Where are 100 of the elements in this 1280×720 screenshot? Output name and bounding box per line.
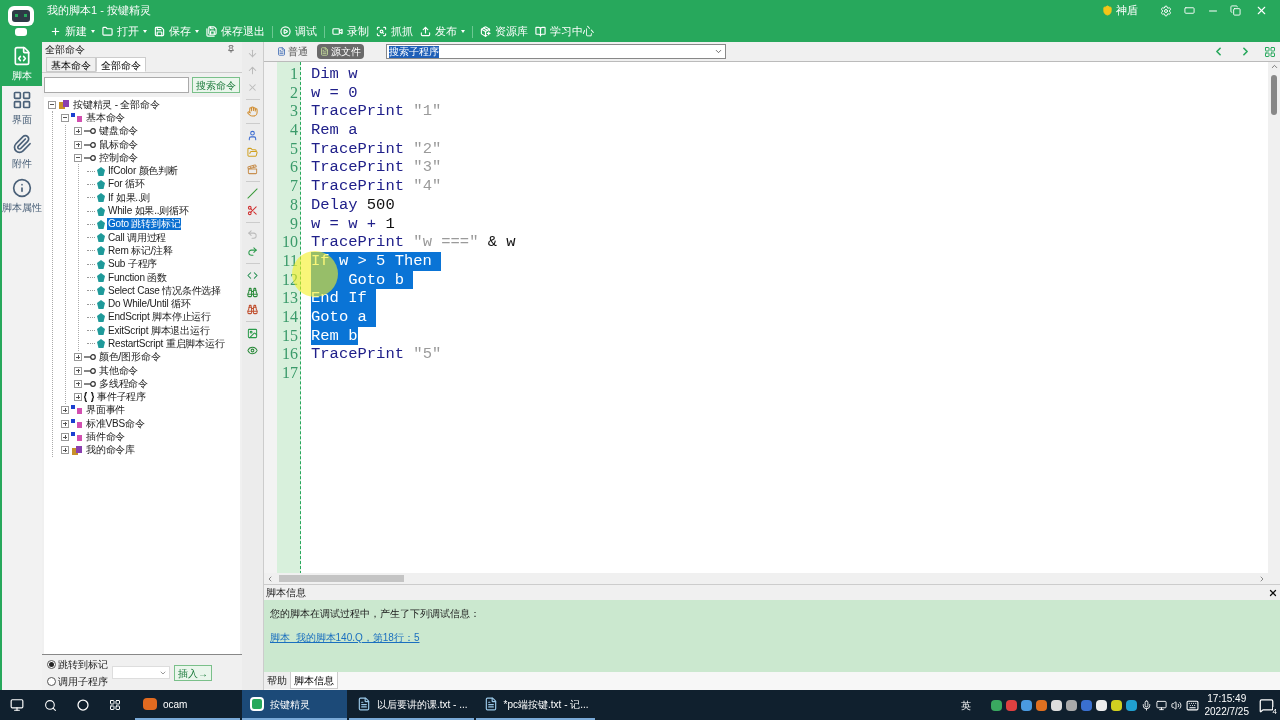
binoculars-icon[interactable]	[247, 304, 258, 315]
tree-item[interactable]: 标准VBS命令	[85, 417, 146, 430]
expand-icon[interactable]	[61, 406, 69, 415]
tree-item[interactable]: For 循环	[107, 178, 146, 191]
redo-icon[interactable]	[247, 246, 258, 257]
pin-icon[interactable]	[227, 45, 235, 53]
tab[interactable]: 基本命令	[46, 57, 96, 72]
scroll-right-icon[interactable]	[1258, 574, 1266, 583]
settings-icon[interactable]	[1160, 4, 1172, 17]
expand-icon[interactable]	[74, 366, 82, 375]
nav-item[interactable]: 附件	[2, 130, 42, 174]
view-tab[interactable]: 源文件	[317, 44, 364, 59]
tree-item[interactable]: ExitScript 脚本退出运行	[107, 324, 211, 337]
tree-item[interactable]: Goto 跳转到标记	[107, 218, 182, 231]
expand-icon[interactable]	[74, 140, 82, 149]
tree-item[interactable]: 键盘命令	[98, 125, 140, 138]
radio-option[interactable]: 调用子程序	[47, 673, 108, 689]
tree-item[interactable]: EndScript 脚本停止运行	[107, 311, 212, 324]
expand-icon[interactable]	[74, 127, 82, 136]
taskbar-app[interactable]: *pc端按键.txt - 记...	[475, 690, 595, 720]
mini-mode-icon[interactable]	[1184, 5, 1195, 16]
tray-icon[interactable]	[1065, 699, 1077, 711]
tree-item[interactable]: 我的命令库	[85, 444, 136, 457]
image-icon[interactable]	[247, 328, 258, 339]
subroutine-dropdown[interactable]: 搜索子程序	[386, 44, 726, 59]
cortana-icon[interactable]	[77, 699, 89, 711]
collapse-icon[interactable]	[74, 153, 82, 162]
restore-icon[interactable]	[1230, 5, 1241, 16]
info-icon	[12, 177, 32, 198]
eye-icon[interactable]	[247, 345, 258, 356]
hand-icon[interactable]	[247, 106, 258, 117]
tree-item[interactable]: 插件命令	[85, 431, 127, 444]
taskbar-app[interactable]: ocam	[135, 690, 240, 720]
search-command-button[interactable]: 搜索命令	[192, 77, 240, 93]
tree-item[interactable]: Do While/Until 循环	[107, 298, 192, 311]
taskbar-app[interactable]: 按键精灵	[242, 690, 347, 720]
tree-item[interactable]: Function 函数	[107, 271, 168, 284]
close-icon[interactable]	[1268, 587, 1278, 598]
tray-icon[interactable]	[1110, 699, 1122, 711]
tree-item[interactable]: 其他命令	[98, 364, 140, 377]
radio-button[interactable]	[47, 676, 56, 686]
tree-item[interactable]: 控制命令	[98, 151, 140, 164]
tree-item[interactable]: 事件子程序	[96, 391, 147, 404]
expand-icon[interactable]	[74, 379, 82, 388]
view-tab[interactable]: 普通	[274, 44, 311, 59]
tree-item[interactable]: 颜色/图形命令	[98, 351, 162, 364]
tab[interactable]: 帮助	[264, 672, 290, 689]
notification-icon[interactable]	[1259, 697, 1274, 713]
tree-item[interactable]: If 如果..则	[107, 191, 152, 204]
tree-item[interactable]: IfColor 颜色判断	[107, 165, 179, 178]
layout-icon[interactable]	[1264, 45, 1276, 58]
tree-item[interactable]: Sub 子程序	[107, 258, 159, 271]
tree-item[interactable]: Call 调用过程	[107, 231, 168, 244]
collapse-icon[interactable]	[48, 100, 56, 109]
tree-item[interactable]: Select Case 情况条件选择	[107, 284, 223, 297]
ime-indicator[interactable]: 英	[960, 697, 971, 713]
binoculars-icon[interactable]	[247, 287, 258, 298]
search-icon[interactable]	[44, 698, 57, 712]
tab[interactable]: 全部命令	[96, 57, 146, 72]
keyboard-icon[interactable]	[1185, 698, 1199, 712]
tray-icon[interactable]	[1050, 699, 1062, 711]
search-field[interactable]	[44, 77, 189, 93]
code-icon[interactable]	[247, 270, 258, 281]
scrollbar-thumb[interactable]	[1271, 75, 1277, 115]
task-view-icon[interactable]	[109, 699, 121, 711]
slash-icon[interactable]	[247, 188, 258, 199]
tree-item[interactable]: 鼠标命令	[98, 138, 140, 151]
scroll-left-icon[interactable]	[266, 574, 274, 583]
volume-icon[interactable]	[1170, 699, 1182, 711]
tree-item[interactable]: 基本命令	[85, 111, 127, 124]
taskbar-app[interactable]: 以后要讲的课.txt - ...	[349, 690, 474, 720]
tray-icon[interactable]	[1095, 699, 1107, 711]
tree-item[interactable]: While 如果..则循环	[107, 205, 190, 217]
tree-item[interactable]: 多线程命令	[98, 377, 149, 390]
collapse-icon[interactable]	[61, 113, 69, 122]
expand-icon[interactable]	[61, 419, 69, 428]
clapper-icon[interactable]	[247, 164, 258, 175]
tree-item[interactable]: RestartScript 重启脚本运行	[107, 338, 226, 350]
tab[interactable]: 脚本信息	[290, 672, 338, 689]
scrollbar-thumb[interactable]	[279, 575, 404, 582]
tree-item[interactable]: 按键精灵 - 全部命令	[72, 98, 161, 111]
radio-option[interactable]: 跳转到标记	[47, 656, 108, 672]
insert-button[interactable]: 插入→	[174, 664, 212, 681]
expand-icon[interactable]	[74, 393, 82, 402]
nav-item[interactable]: 界面	[2, 86, 42, 130]
radio-button[interactable]	[47, 659, 56, 669]
scissors-icon[interactable]	[247, 205, 258, 216]
key-icon	[84, 127, 96, 136]
tree-item[interactable]: 界面事件	[85, 404, 127, 417]
expand-icon[interactable]	[61, 433, 69, 442]
tree-item[interactable]: Rem 标记/注释	[107, 244, 174, 257]
expand-icon[interactable]	[61, 446, 69, 455]
nav-item[interactable]: 脚本属性	[2, 174, 42, 218]
debug-link[interactable]: 脚本_我的脚本140.Q，第18行：5	[270, 630, 1280, 645]
microphone-icon[interactable]	[1140, 699, 1152, 711]
person-icon[interactable]	[247, 130, 258, 141]
network-icon[interactable]	[1155, 699, 1167, 711]
expand-icon[interactable]	[74, 353, 82, 362]
scroll-up-icon[interactable]	[1269, 62, 1279, 71]
line-number: 16	[282, 345, 298, 364]
